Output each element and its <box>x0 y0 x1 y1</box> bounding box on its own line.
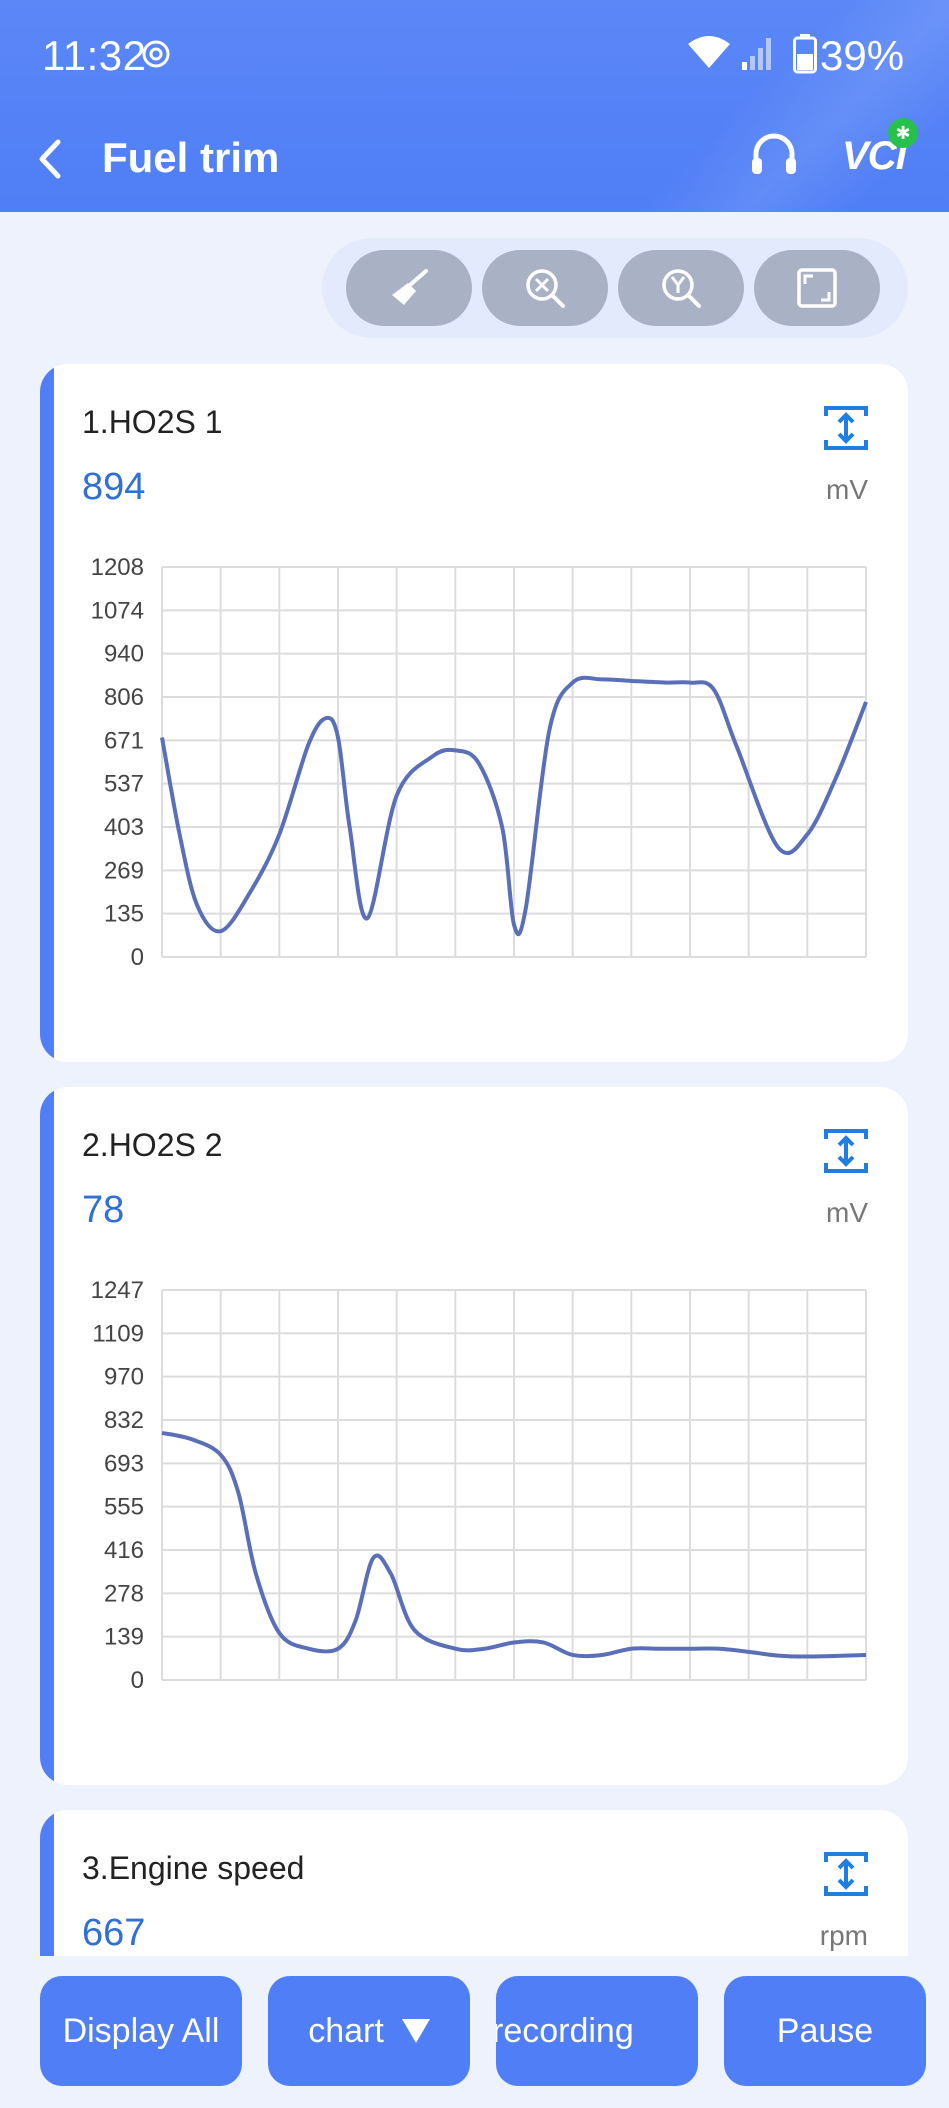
line-chart: 1208 1074 940 806 671 537 403 269 135 0 <box>91 554 868 971</box>
status-bar: 11:32 39% <box>0 0 949 110</box>
y-tick-label: 693 <box>104 1450 144 1477</box>
chart-mode-label: chart <box>308 2011 384 2050</box>
y-tick-label: 278 <box>104 1580 144 1607</box>
status-time: 11:32 <box>42 32 147 79</box>
sensor-value: 667 <box>82 1912 146 1954</box>
battery-icon <box>793 34 817 74</box>
y-tick-label: 416 <box>104 1537 144 1564</box>
y-tick-label: 269 <box>104 857 144 884</box>
pause-button[interactable]: Pause <box>724 1976 926 2086</box>
y-tick-label: 555 <box>104 1494 144 1521</box>
battery-percent: 39% <box>820 32 905 79</box>
page-title: Fuel trim <box>102 134 280 181</box>
dropdown-triangle-icon <box>401 2019 430 2043</box>
y-tick-label: 537 <box>104 771 144 798</box>
signal-icon <box>742 38 771 70</box>
zoom-y-button[interactable] <box>618 250 744 326</box>
clear-button[interactable] <box>346 250 472 326</box>
y-tick-label: 671 <box>104 727 144 754</box>
y-tick-label: 806 <box>104 684 144 711</box>
line-chart: 1247 1109 970 832 693 555 416 278 139 0 <box>91 1277 867 1694</box>
auto-scale-icon[interactable] <box>822 1850 870 1898</box>
y-tick-label: 135 <box>104 901 144 928</box>
display-all-button[interactable]: Display All <box>40 1976 242 2086</box>
bottom-action-bar: Display All chart recording Pause <box>0 1956 949 2108</box>
broom-icon <box>392 269 428 305</box>
y-tick-label: 403 <box>104 814 144 841</box>
y-tick-label: 832 <box>104 1407 144 1434</box>
fit-screen-icon <box>797 268 837 308</box>
y-tick-label: 1247 <box>91 1277 144 1304</box>
sensor-card: 1.HO2S 1 894 mV 1208 1074 940 806 671 537 403 2… <box>40 364 908 1062</box>
y-tick-label: 940 <box>104 641 144 668</box>
sensor-card: 2.HO2S 2 78 mV 1247 1109 970 832 693 555 416 27… <box>40 1087 908 1785</box>
pause-label: Pause <box>776 2011 874 2050</box>
y-tick-label: 970 <box>104 1364 144 1391</box>
y-tick-label: 139 <box>104 1624 144 1651</box>
title-bar: Fuel trim VCI ✱ <box>0 110 949 212</box>
chart-mode-button[interactable]: chart <box>268 1976 470 2086</box>
y-tick-label: 0 <box>131 944 144 971</box>
app-header: 11:32 39% Fuel trim VCI ✱ <box>0 0 949 212</box>
zoom-reset-icon <box>526 269 565 308</box>
back-arrow-icon[interactable] <box>30 134 70 184</box>
sensor-name: 3.Engine speed <box>82 1850 305 1886</box>
sensor-unit: rpm <box>819 1920 868 1951</box>
y-tick-label: 1109 <box>92 1320 144 1347</box>
bluetooth-icon: ✱ <box>888 118 918 148</box>
headset-icon[interactable] <box>746 128 802 184</box>
recording-label: recording <box>496 2011 634 2050</box>
settings-icon <box>142 40 170 68</box>
display-all-label: Display All <box>62 2011 220 2050</box>
recording-button[interactable]: recording <box>496 1976 698 2086</box>
y-tick-label: 1074 <box>91 597 144 624</box>
y-tick-label: 0 <box>131 1667 144 1694</box>
wifi-icon <box>688 36 730 68</box>
chart-toolbar <box>322 238 908 338</box>
fit-screen-button[interactable] <box>754 250 880 326</box>
zoom-y-icon <box>662 269 701 308</box>
zoom-reset-button[interactable] <box>482 250 608 326</box>
y-tick-label: 1208 <box>91 554 144 581</box>
